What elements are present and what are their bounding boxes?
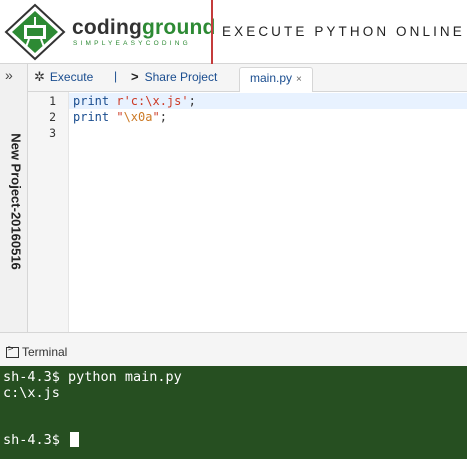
code-keyword: print: [73, 110, 110, 124]
code-line[interactable]: print r'c:\x.js';: [73, 93, 196, 109]
line-number: 1: [49, 94, 56, 108]
logo-tagline: SIMPLYEASYCODING: [73, 40, 191, 47]
terminal-panel-header: Terminal: [0, 332, 467, 366]
share-label: Share Project: [144, 69, 218, 84]
terminal-tab-label: Terminal: [22, 345, 68, 359]
execute-label: Execute: [49, 70, 94, 84]
logo-wordmark: codingground: [72, 17, 216, 39]
logo-wordmark-ground: ground: [142, 16, 216, 39]
terminal-output[interactable]: sh-4.3$ python main.py c:\x.js sh-4.3$: [0, 366, 467, 459]
code-keyword: print: [73, 94, 110, 108]
code-string: r'c:\x.js': [109, 94, 189, 108]
logo-diamond-icon: [4, 3, 66, 61]
project-sidebar: » New Project-20160516: [0, 64, 28, 332]
code-escape: \x0a: [123, 110, 153, 124]
execute-button[interactable]: ✲ Execute: [34, 69, 93, 85]
tab-main-py[interactable]: main.py ×: [239, 67, 313, 92]
code-punct: ;: [159, 110, 167, 124]
editor-toolbar: ✲ Execute | > Share Project main.py ×: [28, 64, 467, 92]
gears-icon: ✲: [34, 69, 45, 84]
code-editor[interactable]: 1 2 3 print r'c:\x.js'; print "\x0a";: [28, 92, 467, 332]
codingground-logo[interactable]: codingground SIMPLYEASYCODING: [4, 3, 215, 61]
logo-wordmark-coding: coding: [72, 16, 143, 39]
code-string-close: ": [152, 110, 160, 124]
line-number: 3: [49, 126, 56, 140]
double-chevron-right-icon[interactable]: »: [5, 67, 13, 83]
code-line[interactable]: print "\x0a";: [73, 109, 167, 125]
share-arrow-icon: >: [131, 69, 139, 84]
tab-terminal[interactable]: Terminal: [6, 344, 68, 359]
app-header: codingground SIMPLYEASYCODING EXECUTE PY…: [0, 0, 467, 64]
terminal-prompt: sh-4.3$: [3, 432, 69, 448]
code-string-open: ": [109, 110, 124, 124]
project-name[interactable]: New Project-20160516: [9, 122, 24, 282]
line-number: 2: [49, 110, 56, 124]
close-icon[interactable]: ×: [296, 74, 302, 85]
code-punct: ;: [188, 94, 196, 108]
terminal-line: sh-4.3$ python main.py: [3, 369, 182, 385]
line-number-gutter: 1 2 3: [28, 92, 69, 332]
share-project-button[interactable]: > Share Project: [131, 69, 217, 84]
tab-label: main.py: [250, 71, 293, 85]
page-title: EXECUTE PYTHON ONLINE: [222, 24, 465, 39]
header-divider: [211, 0, 213, 64]
toolbar-separator: |: [114, 69, 118, 83]
terminal-cursor: [70, 431, 80, 447]
terminal-icon: [6, 344, 19, 358]
terminal-line: c:\x.js: [3, 385, 60, 401]
terminal-prompt-line[interactable]: sh-4.3$: [3, 431, 80, 448]
